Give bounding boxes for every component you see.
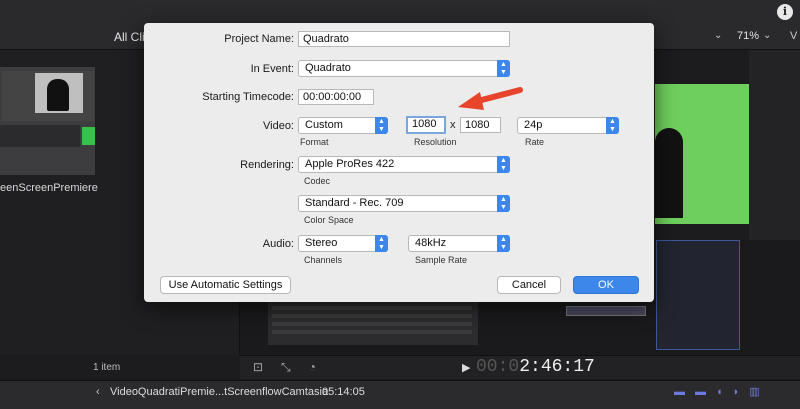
annotation-arrow-icon	[458, 87, 523, 110]
